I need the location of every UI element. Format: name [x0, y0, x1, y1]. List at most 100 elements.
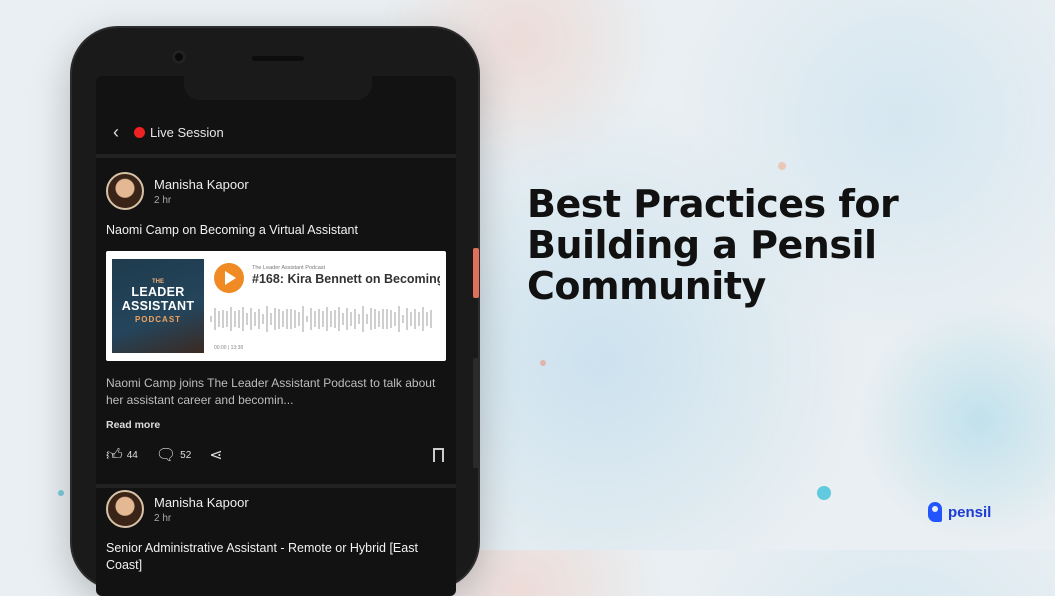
play-icon[interactable] [214, 263, 244, 293]
waveform-bar [394, 312, 396, 326]
waveform-bar [374, 309, 376, 329]
waveform-bar [418, 311, 420, 327]
headline-line: Best Practices for [527, 182, 899, 226]
waveform-bar [366, 313, 368, 325]
podcast-embed[interactable]: THE LEADER ASSISTANT PODCAST The Leader … [106, 251, 446, 361]
waveform-bar [274, 308, 276, 330]
phone-mockup: ‹ Live Session Manisha Kapoor 2 hr Naomi… [72, 28, 479, 596]
waveform-bar [286, 309, 288, 329]
thumbs-up-icon: 👍︎ [106, 446, 123, 464]
post-card[interactable]: Manisha Kapoor 2 hr Naomi Camp on Becomi… [106, 172, 446, 466]
waveform-bar [358, 314, 360, 324]
post-time: 2 hr [154, 194, 172, 206]
waveform-bar [298, 312, 300, 326]
avatar[interactable] [106, 172, 144, 210]
top-bar-title: Live Session [150, 124, 224, 140]
waveform-bar [234, 311, 236, 327]
waveform-bar [282, 310, 284, 328]
cover-line: PODCAST [134, 315, 182, 324]
waveform-bar [258, 309, 260, 329]
podcast-show-name: The Leader Assistant Podcast [252, 265, 326, 271]
waveform-bar [406, 307, 408, 331]
waveform-bar [302, 306, 304, 332]
post-title[interactable]: Senior Administrative Assistant - Remote… [106, 540, 446, 574]
waveform-bar [314, 311, 316, 327]
headline-line: Community [527, 264, 766, 308]
waveform-bar [410, 311, 412, 327]
avatar[interactable] [106, 490, 144, 528]
waveform-bar [402, 315, 404, 323]
phone-side-button [473, 358, 479, 468]
waveform-bar [238, 310, 240, 328]
comment-button[interactable]: 🗨︎ 52 [156, 445, 191, 465]
camera-icon [172, 50, 186, 64]
waveform-bar [386, 309, 388, 329]
waveform-bar [354, 309, 356, 329]
comment-icon: 🗨︎ [155, 447, 177, 464]
post-actions: 👍︎ 44 🗨︎ 52 ⋖ [106, 445, 446, 466]
waveform-bar [370, 308, 372, 330]
waveform-bar [270, 313, 272, 325]
chevron-left-icon[interactable]: ‹ [106, 122, 126, 143]
live-indicator-icon [134, 126, 145, 138]
waveform-bar [266, 306, 268, 332]
waveform-bar [222, 309, 224, 329]
waveform-bar [398, 306, 400, 332]
waveform-bar [246, 313, 248, 325]
waveform-bar [346, 307, 348, 331]
post-header: Manisha Kapoor 2 hr [106, 172, 446, 210]
waveform-bar [382, 309, 384, 329]
waveform-bar [254, 311, 256, 327]
waveform-bar [338, 307, 340, 331]
post-card[interactable]: Manisha Kapoor 2 hr Senior Administrativ… [106, 490, 446, 574]
post-time: 2 hr [154, 512, 172, 524]
divider [96, 154, 456, 158]
app-screen: ‹ Live Session Manisha Kapoor 2 hr Naomi… [96, 76, 456, 596]
waveform-bar [230, 307, 232, 331]
audio-waveform[interactable] [210, 305, 438, 333]
waveform-bar [310, 307, 312, 331]
waveform-bar [242, 306, 244, 331]
decor-dot [540, 360, 546, 366]
waveform-bar [218, 311, 220, 327]
cover-line: LEADER [131, 285, 185, 299]
post-header: Manisha Kapoor 2 hr [106, 490, 446, 528]
phone-notch [184, 76, 372, 100]
waveform-bar [422, 307, 424, 331]
share-icon: ⋖ [209, 447, 223, 464]
post-body: Naomi Camp joins The Leader Assistant Po… [106, 376, 436, 407]
post-title[interactable]: Naomi Camp on Becoming a Virtual Assista… [106, 222, 446, 239]
waveform-bar [426, 311, 428, 327]
author-name[interactable]: Manisha Kapoor [154, 177, 249, 192]
waveform-bar [262, 313, 264, 325]
pensil-logo-icon [928, 502, 942, 522]
author-block: Manisha Kapoor 2 hr [154, 495, 249, 524]
waveform-bar [318, 309, 320, 329]
author-name[interactable]: Manisha Kapoor [154, 495, 249, 510]
episode-time: 00:00 | 13:38 [214, 345, 244, 351]
like-button[interactable]: 👍︎ 44 [106, 446, 138, 465]
comment-count: 52 [180, 449, 192, 461]
episode-title: #168: Kira Bennett on Becoming [252, 272, 440, 286]
read-more-link[interactable]: Read more [106, 419, 446, 431]
top-bar: ‹ Live Session [96, 110, 456, 154]
decor-dot [58, 490, 64, 496]
waveform-bar [330, 311, 332, 327]
waveform-bar [250, 307, 252, 331]
waveform-bar [226, 311, 228, 327]
waveform-bar [322, 311, 324, 327]
waveform-bar [334, 309, 336, 329]
like-count: 44 [126, 449, 138, 461]
bookmark-icon[interactable] [433, 448, 444, 466]
brand-logo[interactable]: pensil [928, 502, 991, 522]
decor-dot [778, 162, 786, 170]
share-button[interactable]: ⋖ [209, 445, 226, 465]
waveform-bar [306, 315, 308, 323]
waveform-bar [414, 309, 416, 329]
waveform-bar [278, 308, 280, 330]
waveform-bar [290, 309, 292, 329]
brand-name: pensil [948, 503, 992, 521]
author-block: Manisha Kapoor 2 hr [154, 177, 249, 206]
divider [96, 484, 456, 488]
waveform-bar [326, 307, 328, 331]
